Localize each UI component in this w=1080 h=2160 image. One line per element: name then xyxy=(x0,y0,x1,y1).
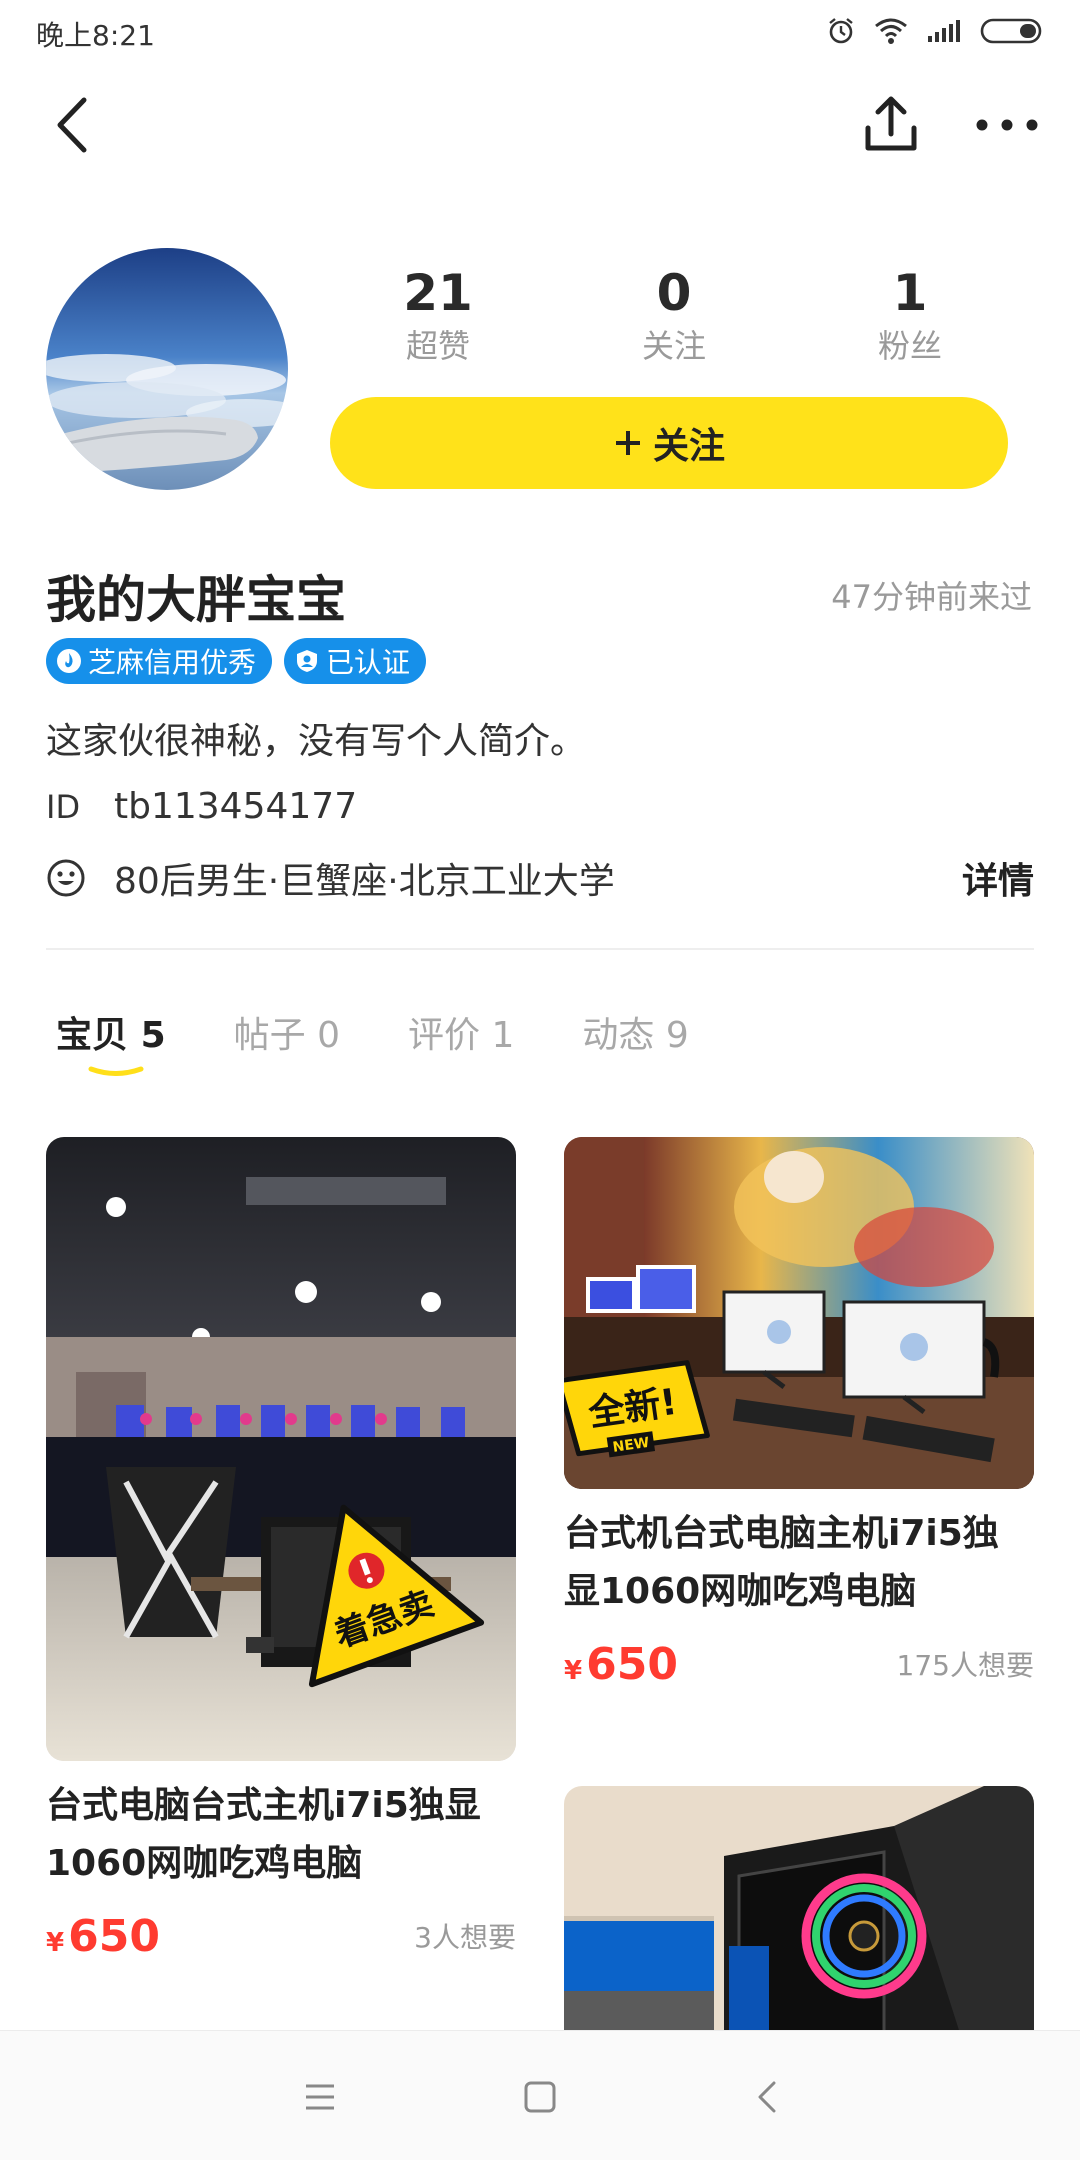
more-dots-icon[interactable] xyxy=(972,92,1042,158)
info-row: 80后男生·巨蟹座·北京工业大学 详情 xyxy=(46,852,1034,904)
verified-badge[interactable]: 已认证 xyxy=(284,638,427,684)
id-value[interactable]: tb113454177 xyxy=(114,786,357,827)
profile-info: 80后男生·巨蟹座·北京工业大学 xyxy=(114,861,615,902)
verified-label: 已认证 xyxy=(326,646,411,679)
tab-posts-label: 帖子 xyxy=(233,1015,306,1056)
tab-items[interactable]: 宝贝 5 xyxy=(56,1006,166,1058)
last-seen: 47分钟前来过 xyxy=(831,578,1032,616)
tab-reviews-label: 评价 xyxy=(408,1015,481,1056)
alarm-icon xyxy=(829,18,853,44)
stat-following-value: 0 xyxy=(656,264,692,322)
header-nav xyxy=(0,80,1080,170)
details-link[interactable]: 详情 xyxy=(962,852,1034,904)
tab-activity[interactable]: 动态 9 xyxy=(582,1006,688,1058)
item-meta: ¥650 3人想要 xyxy=(46,1911,516,1962)
stat-followers[interactable]: 1 粉丝 xyxy=(830,262,990,368)
home-square-icon[interactable] xyxy=(520,2077,560,2117)
item-title[interactable]: 台式电脑台式主机i7i5独显1060网咖吃鸡电脑 xyxy=(46,1777,516,1893)
item-price: ¥650 xyxy=(564,1639,678,1690)
item-price-value: 650 xyxy=(586,1639,678,1690)
item-image[interactable]: 着急卖 xyxy=(46,1137,516,1761)
flame-icon xyxy=(57,649,81,673)
item-wants: 175人想要 xyxy=(896,1649,1034,1682)
stat-followers-label: 粉丝 xyxy=(877,327,942,365)
battery-icon xyxy=(980,18,1042,44)
item-image[interactable]: 全新! NEW xyxy=(564,1137,1034,1489)
wifi-icon xyxy=(875,18,907,44)
menu-icon[interactable] xyxy=(300,2077,340,2117)
item-price: ¥650 xyxy=(46,1911,160,1962)
stat-following-label: 关注 xyxy=(641,327,706,365)
system-nav-bar xyxy=(0,2030,1080,2160)
item-price-value: 650 xyxy=(68,1911,160,1962)
item-wants: 3人想要 xyxy=(414,1921,516,1954)
tab-items-label: 宝贝 xyxy=(56,1015,129,1056)
status-icons xyxy=(826,16,1046,46)
item-photo: 着急卖 xyxy=(46,1137,516,1761)
verified-user-icon xyxy=(297,650,318,672)
item-title[interactable]: 台式机台式电脑主机i7i5独显1060网咖吃鸡电脑 xyxy=(564,1505,1034,1621)
active-tab-indicator xyxy=(88,1066,144,1076)
tab-items-count: 5 xyxy=(140,1015,166,1056)
item-photo xyxy=(564,1786,1034,2046)
status-bar: 晚上8:21 xyxy=(0,0,1080,66)
item-price-currency: ¥ xyxy=(46,1928,65,1958)
bio: 这家伙很神秘，没有写个人简介。 xyxy=(46,721,587,762)
item-card[interactable]: 着急卖 台式电脑台式主机i7i5独显1060网咖吃鸡电脑 ¥650 3人想要 xyxy=(46,1137,516,1962)
tab-reviews[interactable]: 评价 1 xyxy=(408,1006,514,1058)
tab-activity-count: 9 xyxy=(665,1015,689,1056)
tab-posts[interactable]: 帖子 0 xyxy=(234,1006,340,1058)
stat-likes[interactable]: 21 超赞 xyxy=(358,262,518,368)
sesame-credit-label: 芝麻信用优秀 xyxy=(88,646,257,679)
status-time: 晚上8:21 xyxy=(36,19,155,52)
badges: 芝麻信用优秀 已认证 xyxy=(46,638,427,684)
follow-button[interactable]: 关注 xyxy=(330,397,1008,489)
tab-activity-label: 动态 xyxy=(582,1015,655,1056)
content-tabs: 宝贝 5 帖子 0 评价 1 动态 9 xyxy=(56,1006,757,1058)
username: 我的大胖宝宝 xyxy=(46,571,346,629)
item-meta: ¥650 175人想要 xyxy=(564,1639,1034,1690)
id-row: ID tb113454177 xyxy=(46,786,357,827)
avatar[interactable] xyxy=(46,248,288,490)
back-chevron-icon[interactable] xyxy=(48,92,98,158)
item-card[interactable] xyxy=(564,1786,1034,2046)
follow-button-label: 关注 xyxy=(652,426,725,467)
avatar-image xyxy=(46,248,288,490)
tab-posts-count: 0 xyxy=(317,1015,340,1056)
signal-icon xyxy=(928,20,960,42)
smiley-icon xyxy=(47,859,85,897)
stat-following[interactable]: 0 关注 xyxy=(594,262,754,368)
item-price-currency: ¥ xyxy=(564,1656,583,1686)
plus-icon xyxy=(615,431,640,455)
item-photo: 全新! NEW xyxy=(564,1137,1034,1489)
back-triangle-icon[interactable] xyxy=(748,2077,788,2117)
tab-reviews-count: 1 xyxy=(491,1015,515,1056)
item-card[interactable]: 全新! NEW 台式机台式电脑主机i7i5独显1060网咖吃鸡电脑 ¥650 1… xyxy=(564,1137,1034,1690)
sesame-credit-badge[interactable]: 芝麻信用优秀 xyxy=(46,638,273,684)
share-icon[interactable] xyxy=(858,92,924,158)
divider xyxy=(46,948,1034,950)
stat-likes-label: 超赞 xyxy=(405,327,470,365)
id-label: ID xyxy=(46,787,81,826)
stat-likes-value: 21 xyxy=(403,264,473,322)
item-image[interactable] xyxy=(564,1786,1034,2046)
stat-followers-value: 1 xyxy=(892,264,928,322)
